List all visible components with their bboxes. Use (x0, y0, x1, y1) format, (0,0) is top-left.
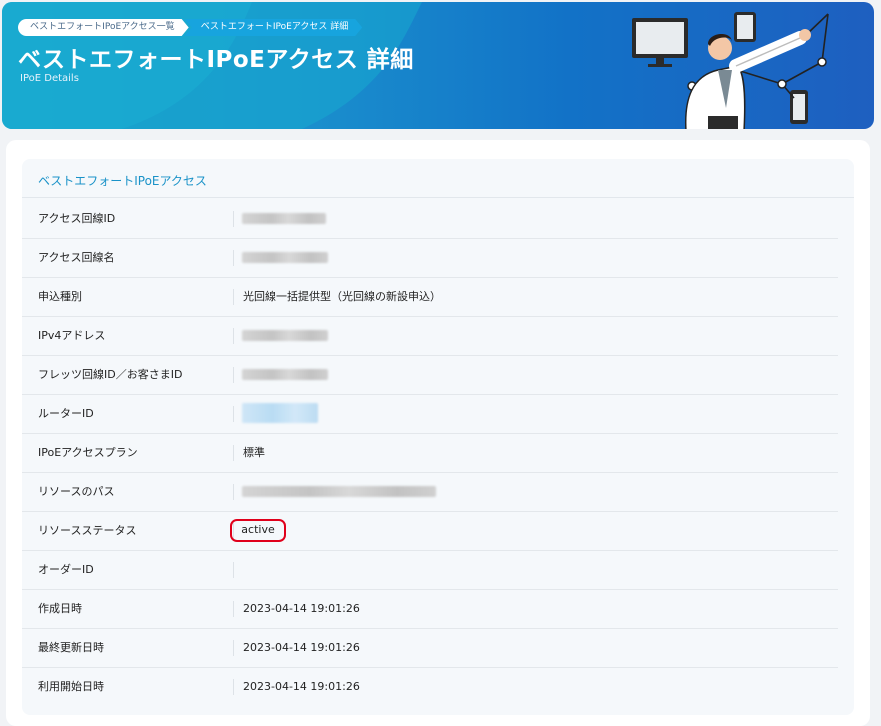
row-label: IPv4アドレス (38, 329, 106, 342)
row-separator (233, 250, 234, 266)
redacted-value (242, 252, 328, 263)
redacted-value (242, 369, 328, 380)
breadcrumb: ベストエフォートIPoEアクセス一覧 ベストエフォートIPoEアクセス 詳細 (18, 19, 362, 36)
detail-row-resource-path: リソースのパス (22, 472, 838, 512)
page-title: ベストエフォートIPoEアクセス 詳細 (18, 47, 414, 73)
detail-row-start-at: 利用開始日時 2023-04-14 19:01:26 (22, 667, 838, 706)
status-value: active (241, 523, 275, 536)
row-separator (233, 328, 234, 344)
panel-divider (22, 197, 854, 198)
row-label: ルーターID (38, 407, 94, 420)
row-separator (233, 211, 234, 227)
row-label: 最終更新日時 (38, 641, 104, 654)
row-separator (233, 484, 234, 500)
row-value: 2023-04-14 19:01:26 (243, 641, 360, 654)
detail-row-ipoe-plan: IPoEアクセスプラン 標準 (22, 433, 838, 473)
row-separator (233, 406, 234, 422)
row-separator (233, 289, 234, 305)
person-with-devices-illustration (632, 12, 829, 129)
detail-row-created-at: 作成日時 2023-04-14 19:01:26 (22, 589, 838, 629)
row-separator (233, 367, 234, 383)
row-separator (233, 562, 234, 578)
detail-row-updated-at: 最終更新日時 2023-04-14 19:01:26 (22, 628, 838, 668)
status-highlight: active (230, 519, 286, 542)
row-label: オーダーID (38, 563, 94, 576)
detail-row-ipv4-address: IPv4アドレス (22, 316, 838, 356)
row-value: 光回線一括提供型（光回線の新設申込） (243, 290, 441, 303)
row-label: アクセス回線ID (38, 212, 116, 225)
row-label: リソースのパス (38, 485, 115, 498)
breadcrumb-item-current: ベストエフォートIPoEアクセス 詳細 (185, 19, 363, 36)
breadcrumb-item-list[interactable]: ベストエフォートIPoEアクセス一覧 (18, 19, 189, 36)
row-label: 利用開始日時 (38, 680, 104, 693)
row-label: 作成日時 (38, 602, 82, 615)
redacted-value (242, 486, 436, 497)
detail-row-access-line-name: アクセス回線名 (22, 238, 838, 278)
row-separator (233, 445, 234, 461)
row-value: 標準 (243, 446, 265, 459)
panel-title: ベストエフォートIPoEアクセス (38, 174, 207, 188)
row-separator (233, 640, 234, 656)
row-separator (233, 679, 234, 695)
row-value: 2023-04-14 19:01:26 (243, 602, 360, 615)
detail-row-resource-status: リソースステータス active (22, 511, 838, 551)
row-label: 申込種別 (38, 290, 82, 303)
row-value: 2023-04-14 19:01:26 (243, 680, 360, 693)
redacted-link[interactable] (242, 403, 318, 423)
row-label: アクセス回線名 (38, 251, 115, 264)
detail-row-router-id: ルーターID (22, 394, 838, 434)
row-label: IPoEアクセスプラン (38, 446, 138, 459)
detail-row-flets-line-id: フレッツ回線ID／お客さまID (22, 355, 838, 395)
redacted-value (242, 213, 326, 224)
row-label: フレッツ回線ID／お客さまID (38, 368, 183, 381)
detail-row-order-id: オーダーID (22, 550, 838, 590)
detail-row-access-line-id: アクセス回線ID (22, 199, 838, 239)
row-label: リソースステータス (38, 524, 137, 537)
redacted-value (242, 330, 328, 341)
row-separator (233, 601, 234, 617)
page-subtitle: IPoE Details (20, 73, 79, 84)
detail-row-application-type: 申込種別 光回線一括提供型（光回線の新設申込） (22, 277, 838, 317)
page-header: ベストエフォートIPoEアクセス一覧 ベストエフォートIPoEアクセス 詳細 ベ… (2, 2, 874, 129)
